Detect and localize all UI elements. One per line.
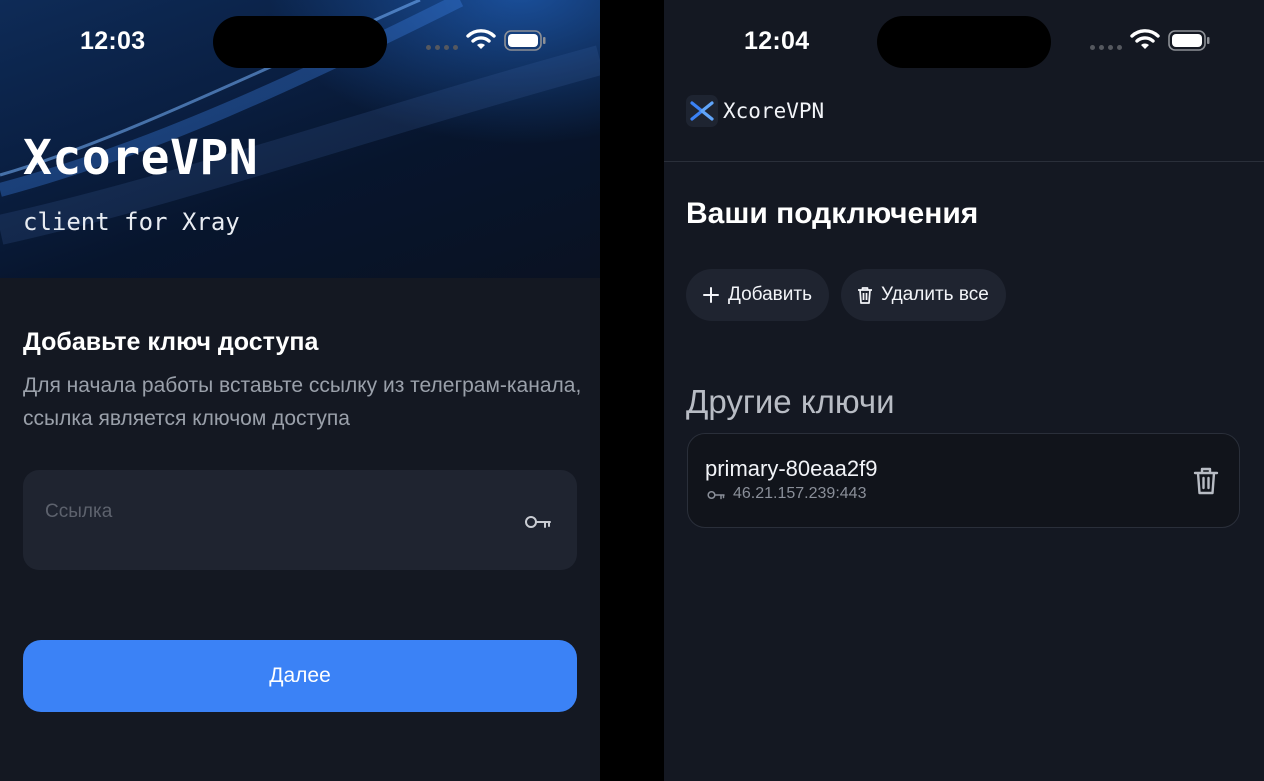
app-name: XcoreVPN bbox=[723, 99, 825, 123]
link-input[interactable] bbox=[23, 470, 503, 534]
dynamic-island bbox=[213, 16, 387, 68]
signal-icon bbox=[426, 45, 458, 50]
connections-title: Ваши подключения bbox=[686, 197, 979, 230]
dynamic-island bbox=[877, 16, 1051, 68]
key-address: 46.21.157.239:443 bbox=[733, 485, 867, 502]
key-icon bbox=[707, 490, 725, 500]
status-bar: 12:04 bbox=[664, 0, 1264, 82]
x-logo-icon bbox=[686, 95, 718, 127]
add-button[interactable]: Добавить bbox=[686, 269, 829, 321]
wifi-icon bbox=[466, 29, 496, 49]
trash-icon[interactable] bbox=[1193, 466, 1219, 496]
next-button[interactable]: Далее bbox=[23, 640, 577, 712]
connections-screen: 12:04 XcoreVPN Ваши подключения Добавить bbox=[664, 0, 1264, 781]
onboarding-screen: XcoreVPN client for Xray 12:03 Добавьте … bbox=[0, 0, 600, 781]
key-name: primary-80eaa2f9 bbox=[705, 456, 878, 481]
section-title: Добавьте ключ доступа bbox=[23, 328, 319, 356]
section-description: Для начала работы вставьте ссылку из тел… bbox=[23, 374, 582, 430]
battery-icon bbox=[504, 30, 546, 51]
status-time: 12:03 bbox=[80, 27, 146, 55]
key-icon bbox=[525, 516, 551, 528]
hero-title: XcoreVPN bbox=[23, 130, 259, 186]
hero-subtitle: client for Xray bbox=[23, 208, 240, 236]
add-button-label: Добавить bbox=[728, 284, 812, 305]
delete-all-label: Удалить все bbox=[881, 284, 989, 305]
key-card[interactable]: primary-80eaa2f9 46.21.157.239:443 bbox=[687, 433, 1240, 528]
signal-icon bbox=[1090, 45, 1122, 50]
trash-icon bbox=[858, 287, 872, 304]
delete-all-button[interactable]: Удалить все bbox=[841, 269, 1006, 321]
plus-icon bbox=[703, 287, 719, 303]
status-time: 12:04 bbox=[744, 27, 810, 55]
link-input-container[interactable] bbox=[23, 470, 577, 570]
wifi-icon bbox=[1130, 29, 1160, 49]
status-bar: 12:03 bbox=[0, 0, 600, 82]
other-keys-title: Другие ключи bbox=[686, 383, 895, 420]
app-header: XcoreVPN bbox=[664, 82, 1264, 162]
battery-icon bbox=[1168, 30, 1210, 51]
